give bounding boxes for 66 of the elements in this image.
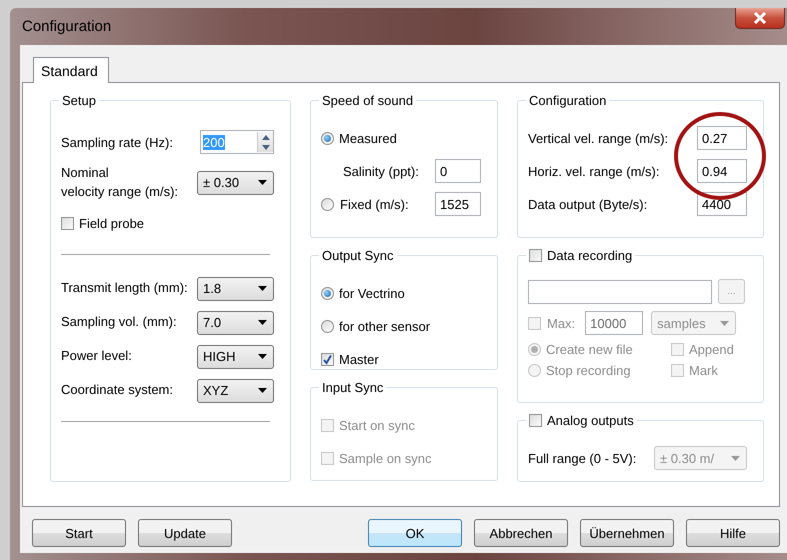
checkbox[interactable]	[61, 217, 74, 230]
radio-label: Stop recording	[546, 363, 631, 378]
checkbox[interactable]	[321, 352, 334, 366]
dialog-button[interactable]: Start	[32, 519, 126, 547]
dialog-button[interactable]: Übernehmen	[580, 519, 674, 547]
caret-icon	[258, 388, 267, 394]
field-label: Power level:	[61, 347, 133, 366]
text-field[interactable]: 0.94	[697, 159, 747, 183]
field-label: Transmit length (mm):	[61, 279, 189, 298]
dropdown[interactable]: HIGH	[197, 344, 274, 369]
caret-icon	[258, 180, 267, 186]
dropdown[interactable]: XYZ	[197, 378, 274, 403]
checkbox-label: Append	[689, 342, 734, 357]
radio-label: Create new file	[546, 342, 633, 357]
dropdown[interactable]: ± 0.30	[197, 170, 274, 195]
checkbox-label: Sample on sync	[339, 450, 432, 466]
caret-icon	[258, 286, 267, 292]
text-field[interactable]: 0	[435, 159, 481, 183]
text-field[interactable]: 1525	[435, 192, 481, 216]
radio-label: Fixed (m/s):	[340, 196, 410, 212]
text-field[interactable]: 0.27	[697, 126, 747, 150]
field-label: Coordinate system:	[61, 381, 174, 400]
radio-label: for other sensor	[339, 318, 430, 334]
group-title: Setup	[61, 93, 97, 108]
radio-button[interactable]	[321, 132, 334, 144]
field-label: Salinity (ppt):	[342, 164, 420, 178]
dialog-button[interactable]: Hilfe	[686, 519, 780, 547]
group-title: Input Sync	[321, 380, 384, 395]
up-arrow-icon[interactable]	[262, 134, 270, 140]
checkbox-label: Field probe	[79, 216, 144, 232]
close-button[interactable]	[735, 8, 785, 29]
radio-button[interactable]	[321, 198, 334, 210]
field-label: Horiz. vel. range (m/s):	[528, 164, 660, 178]
close-icon	[753, 12, 767, 24]
caret-icon	[731, 456, 740, 460]
checkbox-label: Mark	[689, 363, 718, 378]
radio-label: for Vectrino	[339, 286, 405, 300]
group-title: Output Sync	[321, 248, 395, 263]
checkbox-label: Data recording	[547, 248, 632, 263]
field-label: Vertical vel. range (m/s):	[528, 130, 670, 146]
dropdown[interactable]: 1.8	[197, 276, 274, 301]
group-title: Speed of sound	[321, 93, 414, 108]
checkbox-label: Max:	[547, 316, 576, 330]
checkbox-label: Start on sync	[339, 418, 415, 432]
checkbox-label: Analog outputs	[547, 413, 634, 428]
caret-icon	[258, 354, 267, 360]
field-label: Full range (0 - 5V):	[528, 450, 638, 466]
field-label: Nominal velocity range (m/s):	[61, 164, 180, 201]
dialog-button[interactable]: OK	[368, 519, 462, 547]
tab[interactable]: Standard	[33, 57, 109, 83]
dialog-button[interactable]: Update	[138, 519, 232, 547]
dropdown[interactable]: 7.0	[197, 310, 274, 335]
dialog-button[interactable]: Abbrechen	[474, 519, 568, 547]
field-label: Sampling rate (Hz):	[61, 134, 174, 150]
group-title: Configuration	[528, 93, 608, 108]
window-title: Configuration	[22, 18, 112, 35]
field-label: Sampling vol. (mm):	[61, 313, 178, 332]
radio-label: Measured	[339, 130, 397, 146]
field-label: Data output (Byte/s):	[528, 196, 648, 212]
caret-icon	[720, 320, 730, 326]
caret-icon	[258, 320, 267, 326]
checkbox-label: Master	[339, 352, 379, 366]
radio-button[interactable]	[321, 286, 334, 300]
spin-button[interactable]	[257, 132, 273, 152]
radio-button[interactable]	[321, 320, 334, 332]
down-arrow-icon[interactable]	[262, 144, 270, 150]
